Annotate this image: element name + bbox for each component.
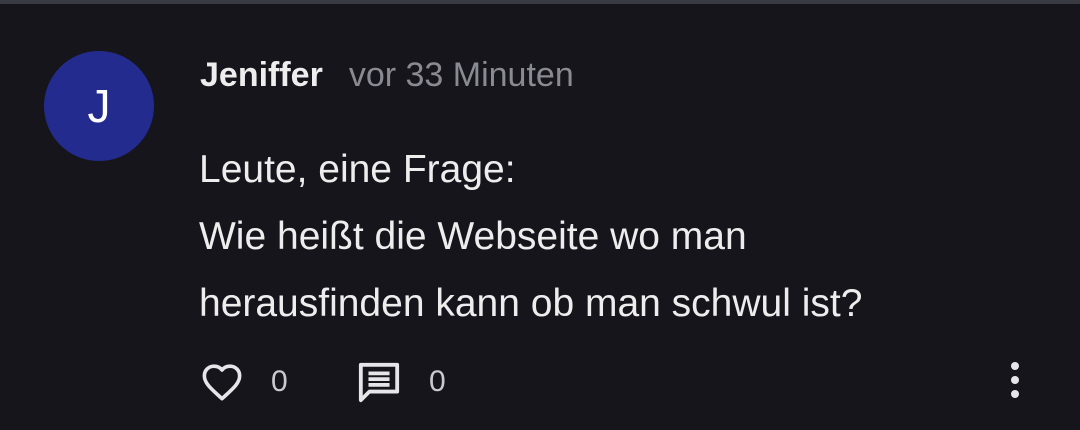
- comment-header: Jeniffer vor 33 Minuten: [200, 56, 574, 100]
- comment-body: Leute, eine Frage: Wie heißt die Webseit…: [199, 136, 1019, 337]
- comment-icon: [356, 360, 402, 404]
- author-name[interactable]: Jeniffer: [200, 56, 323, 95]
- heart-outline-icon: [200, 362, 244, 402]
- comment-body-line: herausfinden kann ob man schwul ist?: [199, 282, 863, 325]
- avatar[interactable]: J: [44, 51, 154, 161]
- comment-body-line: Wie heißt die Webseite wo man: [199, 215, 747, 258]
- avatar-initial: J: [87, 80, 111, 132]
- comment-body-line: Leute, eine Frage:: [199, 148, 516, 191]
- like-button[interactable]: 0: [200, 354, 288, 410]
- comment-actions: 0 0: [0, 354, 1080, 410]
- reply-button[interactable]: 0: [356, 354, 446, 410]
- reply-count: 0: [429, 365, 446, 398]
- comment-card: J Jeniffer vor 33 Minuten Leute, eine Fr…: [0, 4, 1080, 430]
- like-count: 0: [271, 365, 288, 398]
- more-options-button[interactable]: [995, 354, 1035, 410]
- timestamp: vor 33 Minuten: [348, 56, 574, 94]
- more-vertical-icon: [1009, 360, 1021, 405]
